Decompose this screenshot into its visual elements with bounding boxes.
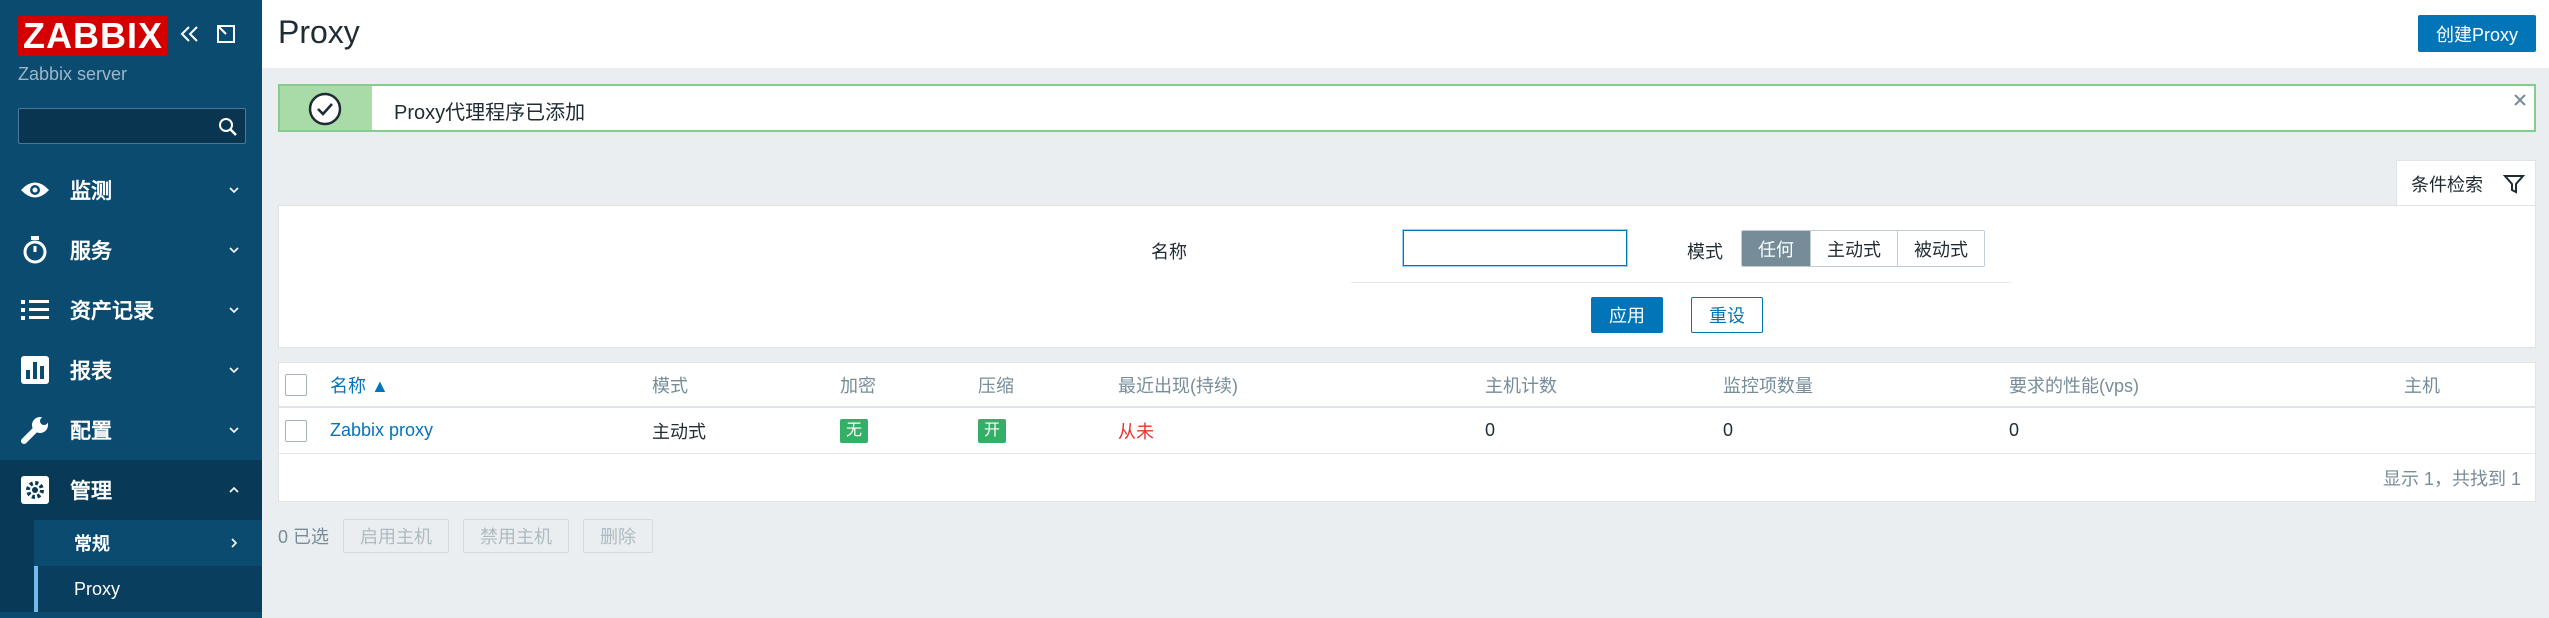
chevron-down-icon — [226, 362, 242, 378]
submenu-item-label: Proxy — [74, 578, 121, 599]
menu-item-inventory[interactable]: 资产记录 — [0, 280, 262, 340]
success-indicator — [280, 86, 372, 130]
submenu-item-general[interactable]: 常规 — [34, 520, 262, 566]
search-icon[interactable] — [217, 116, 239, 138]
chevron-down-icon — [226, 242, 242, 258]
host-count-value: 0 — [1485, 420, 1496, 440]
admin-submenu: 常规 Proxy — [0, 520, 262, 612]
bar-chart-icon — [18, 353, 52, 387]
apply-button[interactable]: 应用 — [1591, 297, 1663, 333]
delete-button[interactable]: 删除 — [583, 519, 654, 553]
select-all-cell — [285, 363, 307, 406]
mode-option-passive[interactable]: 被动式 — [1898, 231, 1984, 266]
reset-button[interactable]: 重设 — [1691, 297, 1763, 333]
proxy-name-link[interactable]: Zabbix proxy — [330, 408, 433, 453]
column-mode: 模式 — [652, 375, 688, 396]
table-footer-count: 显示 1，共找到 1 — [2382, 469, 2521, 489]
chevron-right-icon — [226, 535, 242, 551]
enable-hosts-button[interactable]: 启用主机 — [343, 519, 450, 553]
column-required-vps: 要求的性能(vps) — [2009, 375, 2139, 396]
menu-item-administration[interactable]: 管理 — [0, 460, 262, 520]
wrench-icon — [18, 413, 52, 447]
name-filter-label: 名称 — [1151, 242, 1187, 262]
close-icon[interactable] — [2512, 92, 2528, 108]
disable-hosts-button[interactable]: 禁用主机 — [463, 519, 570, 553]
last-seen-value: 从未 — [1118, 421, 1154, 442]
collapse-sidebar-icon[interactable] — [178, 22, 202, 46]
main-content: Proxy 创建Proxy Proxy代理程序已添加 条件检索 名称 模式 任何… — [262, 0, 2549, 618]
checkmark-circle-icon — [308, 92, 342, 126]
select-all-checkbox[interactable] — [285, 373, 307, 396]
menu-item-label: 资产记录 — [70, 300, 154, 323]
encryption-cell: 无 — [840, 408, 869, 453]
proxy-mode: 主动式 — [652, 421, 706, 442]
chevron-down-icon — [226, 302, 242, 318]
menu-item-label: 管理 — [70, 480, 112, 503]
logo-row: ZABBIX — [18, 16, 168, 56]
mode-option-any[interactable]: 任何 — [1742, 231, 1811, 266]
column-name[interactable]: 名称 ▲ — [330, 363, 389, 406]
menu-item-label: 配置 — [70, 420, 112, 443]
server-name: Zabbix server — [18, 64, 128, 84]
compression-badge: 开 — [978, 418, 1007, 443]
mode-filter-label: 模式 — [1687, 242, 1723, 262]
mass-actions: 0 已选 启用主机 禁用主机 删除 — [278, 519, 667, 553]
filter-tab[interactable]: 条件检索 — [2396, 160, 2536, 206]
sidebar-search — [18, 108, 246, 144]
table-header: 名称 ▲ 模式 加密 压缩 最近出现(持续) 主机计数 监控项数量 要求的性能(… — [279, 363, 2535, 408]
column-encryption: 加密 — [840, 375, 876, 396]
name-filter-input[interactable] — [1403, 230, 1627, 266]
list-icon — [18, 293, 52, 327]
sidebar-search-input[interactable] — [19, 109, 209, 143]
column-hosts: 主机 — [2404, 375, 2440, 396]
filter-panel: 名称 模式 任何 主动式 被动式 应用 重设 — [278, 205, 2536, 348]
mode-option-active[interactable]: 主动式 — [1811, 231, 1898, 266]
eye-icon — [18, 173, 52, 207]
filter-tab-label: 条件检索 — [2411, 174, 2483, 195]
column-last-seen: 最近出现(持续) — [1118, 375, 1238, 396]
funnel-icon — [2502, 173, 2526, 195]
chevron-up-icon — [226, 482, 242, 498]
row-checkbox[interactable] — [285, 419, 307, 442]
gear-icon — [18, 473, 52, 507]
message-text: Proxy代理程序已添加 — [394, 102, 586, 124]
menu-item-label: 报表 — [70, 360, 112, 383]
column-host-count: 主机计数 — [1485, 375, 1557, 396]
selected-count: 0 已选 — [278, 527, 330, 547]
page-title: Proxy — [278, 14, 360, 50]
item-count-value: 0 — [1723, 420, 1734, 440]
menu-item-label: 监测 — [70, 180, 112, 203]
compression-cell: 开 — [978, 408, 1007, 453]
chevron-down-icon — [226, 422, 242, 438]
row-select-cell — [285, 408, 307, 453]
submenu-item-label: 常规 — [74, 534, 110, 554]
menu-item-monitoring[interactable]: 监测 — [0, 160, 262, 220]
proxy-table: 名称 ▲ 模式 加密 压缩 最近出现(持续) 主机计数 监控项数量 要求的性能(… — [278, 362, 2536, 502]
menu-item-label: 服务 — [70, 240, 112, 263]
menu-item-configuration[interactable]: 配置 — [0, 400, 262, 460]
table-row: Zabbix proxy 主动式 无 开 从未 0 0 0 — [279, 408, 2535, 454]
encryption-badge: 无 — [840, 418, 869, 443]
mode-segmented-control: 任何 主动式 被动式 — [1741, 230, 1985, 267]
sidebar: ZABBIX Zabbix server 监测 服务 资产记录 报表 配置 管理… — [0, 0, 262, 618]
column-compression: 压缩 — [978, 375, 1014, 396]
kiosk-mode-icon[interactable] — [214, 22, 238, 46]
stopwatch-icon — [18, 233, 52, 267]
main-menu: 监测 服务 资产记录 报表 配置 管理 常规 Proxy — [0, 160, 262, 612]
create-proxy-button[interactable]: 创建Proxy — [2418, 15, 2536, 52]
required-vps-value: 0 — [2009, 420, 2020, 440]
success-message: Proxy代理程序已添加 — [278, 84, 2536, 132]
menu-item-reports[interactable]: 报表 — [0, 340, 262, 400]
column-item-count: 监控项数量 — [1723, 375, 1813, 396]
menu-item-services[interactable]: 服务 — [0, 220, 262, 280]
filter-divider — [1351, 282, 2011, 283]
submenu-item-proxy[interactable]: Proxy — [34, 566, 262, 612]
chevron-down-icon — [226, 182, 242, 198]
zabbix-logo[interactable]: ZABBIX — [18, 16, 168, 56]
page-header: Proxy 创建Proxy — [262, 0, 2549, 68]
